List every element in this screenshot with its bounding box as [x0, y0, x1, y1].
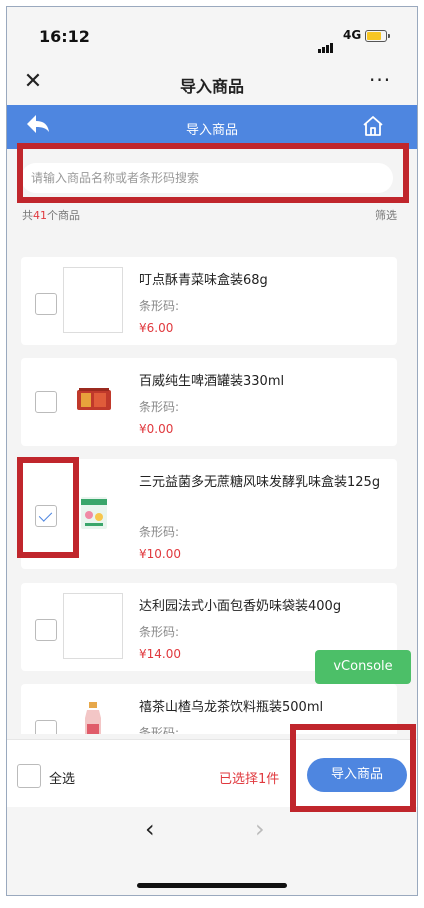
product-checkbox[interactable] [35, 619, 57, 641]
network-type: 4G [343, 28, 362, 42]
status-bar: 16:12 4G [7, 7, 417, 61]
highlight-search-box [17, 143, 409, 203]
product-barcode: 条形码: [139, 299, 180, 313]
title-bar: ✕ 导入商品 ··· [7, 61, 417, 105]
product-barcode: 条形码: [139, 400, 180, 414]
product-card[interactable]: 百威纯生啤酒罐装330ml 条形码: ¥0.00 [21, 358, 397, 446]
product-name: 达利园法式小面包香奶味袋装400g [139, 599, 342, 614]
summary-row: 共41个商品 筛选 [7, 207, 417, 227]
product-name: 叮点酥青菜味盒装68g [139, 273, 268, 288]
product-name: 三元益菌多无蔗糖风味发酵乳味盒装125g [139, 475, 381, 490]
product-image-placeholder [63, 267, 123, 333]
product-card[interactable]: 叮点酥青菜味盒装68g 条形码: ¥6.00 [21, 257, 397, 345]
forward-chevron-icon[interactable]: › [255, 815, 265, 843]
vconsole-button[interactable]: vConsole [315, 650, 411, 684]
product-checkbox[interactable] [35, 720, 57, 734]
home-indicator [137, 883, 287, 888]
product-name: 禧茶山楂乌龙茶饮料瓶装500ml [139, 700, 324, 715]
product-name: 百威纯生啤酒罐装330ml [139, 374, 285, 389]
more-icon[interactable]: ··· [369, 68, 391, 92]
status-time: 16:12 [39, 27, 90, 46]
product-barcode: 条形码: [139, 525, 180, 539]
filter-button[interactable]: 筛选 [375, 207, 397, 223]
select-all-checkbox[interactable] [17, 764, 41, 788]
product-price: ¥14.00 [139, 647, 181, 661]
product-count: 共41个商品 [22, 209, 80, 222]
selected-count: 已选择1件 [219, 772, 280, 787]
product-barcode: 条形码: [139, 625, 180, 639]
product-checkbox[interactable] [35, 293, 57, 315]
product-image-placeholder [63, 593, 123, 659]
signal-icon [318, 34, 334, 53]
product-image-beer [63, 368, 123, 434]
header-title: 导入商品 [185, 123, 238, 138]
select-all-label[interactable]: 全选 [49, 768, 75, 787]
highlight-import-button [290, 724, 416, 812]
highlight-checked-item [17, 457, 79, 558]
browser-nav-bar: ‹ › [7, 807, 417, 895]
product-price: ¥6.00 [139, 321, 174, 335]
page-title: 导入商品 [179, 77, 244, 96]
product-price: ¥10.00 [139, 547, 181, 561]
product-price: ¥0.00 [139, 422, 174, 436]
battery-icon [365, 30, 390, 42]
product-barcode: 条形码: [139, 726, 180, 734]
product-checkbox[interactable] [35, 391, 57, 413]
home-icon[interactable] [361, 114, 385, 142]
back-chevron-icon[interactable]: ‹ [145, 815, 155, 843]
product-image-tea [63, 694, 123, 734]
